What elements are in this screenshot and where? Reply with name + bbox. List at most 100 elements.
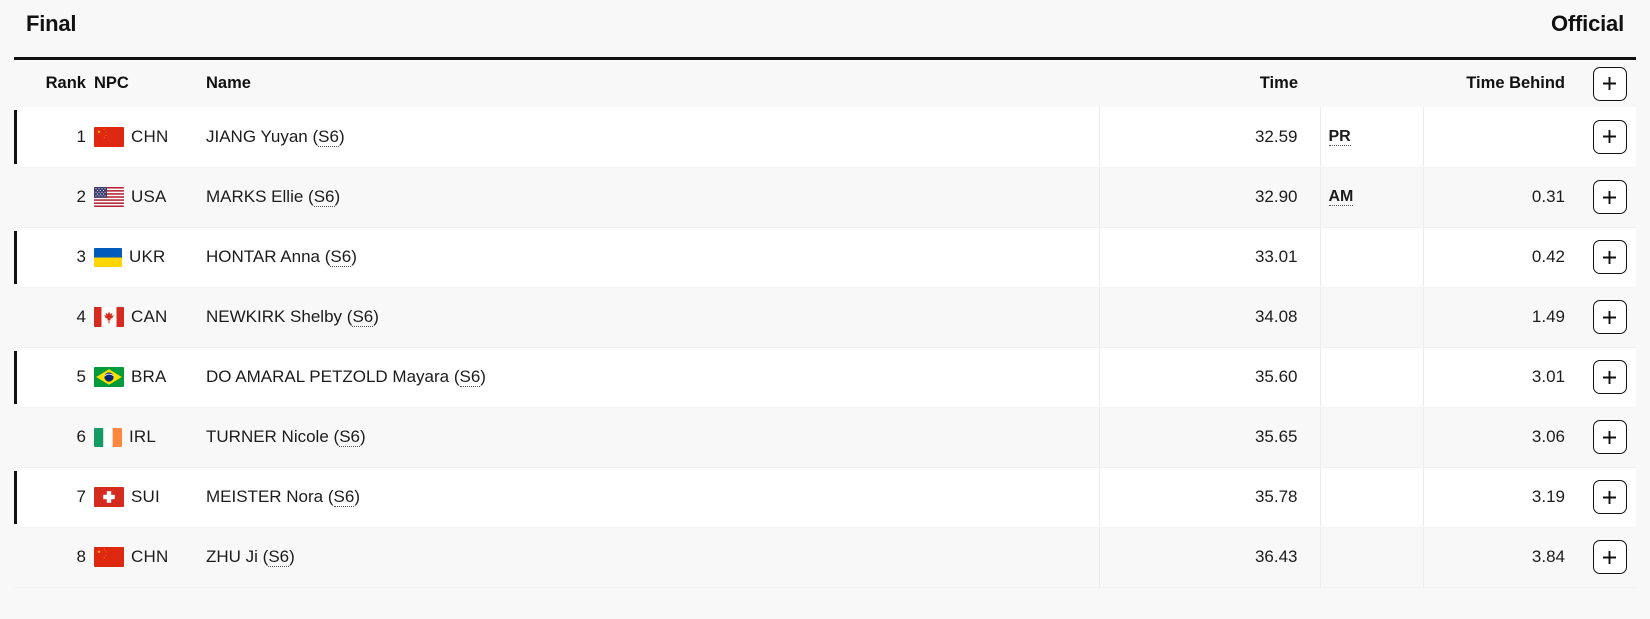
cell-time-behind: 3.01: [1423, 347, 1583, 408]
cell-npc: BRA: [86, 347, 196, 408]
table-row[interactable]: 4 CAN NEWKIRK Shelby (S6) 34.08 1.49: [14, 287, 1636, 348]
cell-time-behind: 3.19: [1423, 467, 1583, 528]
cell-name: MEISTER Nora (S6): [196, 467, 1100, 528]
cell-time-behind: 1.49: [1423, 287, 1583, 348]
cell-record: [1320, 347, 1424, 408]
cell-record: [1320, 467, 1424, 528]
cell-name: MARKS Ellie (S6): [196, 167, 1100, 228]
cell-expand: [1583, 167, 1636, 228]
cell-expand: [1583, 347, 1636, 408]
cell-rank: 2: [14, 167, 86, 228]
cell-name: NEWKIRK Shelby (S6): [196, 287, 1100, 348]
cell-expand: [1583, 527, 1636, 588]
npc-code: IRL: [129, 427, 157, 446]
table-body: 1 CHN JIANG Yuyan (S6) 32.59 PR 2 USA MA…: [14, 107, 1636, 588]
cell-time-behind: 0.42: [1423, 227, 1583, 288]
sport-class: S6: [313, 187, 335, 207]
time-behind-value: 3.06: [1531, 427, 1565, 446]
china-flag: [94, 126, 124, 147]
time-value: 32.59: [1254, 126, 1298, 146]
npc-code: CAN: [131, 307, 168, 326]
expand-row-button[interactable]: [1592, 180, 1627, 214]
rank-value: 2: [76, 187, 86, 206]
cell-name: ZHU Ji (S6): [196, 527, 1100, 588]
page-title: Final: [26, 11, 77, 36]
expand-row-button[interactable]: [1592, 119, 1627, 154]
time-behind-value: 1.49: [1531, 307, 1565, 326]
table-row[interactable]: 1 CHN JIANG Yuyan (S6) 32.59 PR: [14, 107, 1636, 168]
athlete-name: MARKS Ellie: [206, 187, 304, 206]
athlete-name: MEISTER Nora: [206, 487, 324, 506]
cell-expand: [1583, 227, 1636, 288]
athlete-name: ZHU Ji: [206, 547, 258, 566]
sport-class: S6: [318, 126, 339, 147]
cell-npc: IRL: [86, 407, 196, 468]
cell-rank: 8: [14, 527, 86, 588]
npc-code: CHN: [131, 547, 169, 566]
table-head: Rank NPC Name Time Time Behind: [14, 60, 1636, 107]
cell-record: [1320, 407, 1424, 468]
usa-flag: [94, 187, 124, 207]
rank-value: 3: [76, 247, 86, 266]
cell-record: [1320, 527, 1424, 588]
china-flag: [94, 547, 124, 567]
npc-code: USA: [131, 187, 167, 206]
cell-rank: 7: [14, 467, 86, 528]
table-row[interactable]: 7 SUI MEISTER Nora (S6) 35.78 3.19: [14, 467, 1636, 528]
cell-npc: UKR: [86, 227, 196, 288]
time-behind-value: 0.42: [1531, 247, 1565, 266]
cell-rank: 1: [14, 107, 86, 168]
table-row[interactable]: 2 USA MARKS Ellie (S6) 32.90 AM 0.31: [14, 167, 1636, 228]
cell-time-behind: 0.31: [1423, 167, 1583, 228]
column-header-name[interactable]: Name: [196, 60, 1099, 107]
cell-record: PR: [1320, 107, 1424, 168]
results-page: Final Official Rank NPC Name Time Time B…: [0, 0, 1650, 619]
column-header-expand: [1583, 60, 1636, 107]
cell-rank: 6: [14, 407, 86, 468]
column-header-time[interactable]: Time: [1099, 60, 1320, 107]
table-row[interactable]: 5 BRA DO AMARAL PETZOLD Mayara (S6) 35.60 3…: [14, 347, 1636, 408]
cell-rank: 4: [14, 287, 86, 348]
expand-all-button[interactable]: [1592, 66, 1627, 101]
expand-row-button[interactable]: [1592, 540, 1627, 574]
expand-row-button[interactable]: [1592, 300, 1627, 334]
ireland-flag: [94, 427, 122, 447]
npc-code: UKR: [129, 247, 166, 266]
npc-code: CHN: [131, 126, 169, 146]
cell-time-behind: 3.06: [1423, 407, 1583, 468]
cell-time: 32.59: [1099, 107, 1321, 168]
time-value: 34.08: [1254, 307, 1298, 326]
brazil-flag: [94, 367, 124, 387]
time-behind-value: 3.01: [1531, 367, 1565, 386]
table-row[interactable]: 6 IRL TURNER Nicole (S6) 35.65 3.06: [14, 407, 1636, 468]
cell-time: 32.90: [1099, 167, 1321, 228]
canada-flag: [94, 307, 124, 327]
cell-time: 35.65: [1099, 407, 1321, 468]
time-value: 35.78: [1254, 487, 1298, 506]
column-header-npc[interactable]: NPC: [86, 60, 196, 107]
status-badge: Official: [1551, 11, 1624, 36]
expand-row-button[interactable]: [1592, 420, 1627, 454]
sport-class: S6: [268, 547, 290, 567]
cell-record: [1320, 287, 1424, 348]
column-header-time-behind[interactable]: Time Behind: [1423, 60, 1583, 107]
table-row[interactable]: 8 CHN ZHU Ji (S6) 36.43 3.84: [14, 527, 1636, 588]
cell-time: 36.43: [1099, 527, 1321, 588]
athlete-name: NEWKIRK Shelby: [206, 307, 343, 326]
results-table-wrapper: Rank NPC Name Time Time Behind 1 CHN JIA…: [14, 57, 1636, 588]
page-header: Final Official: [0, 0, 1650, 48]
athlete-name: DO AMARAL PETZOLD Mayara: [206, 367, 450, 386]
sport-class: S6: [339, 427, 360, 447]
sport-class: S6: [333, 487, 355, 507]
ukraine-flag: [94, 247, 122, 267]
cell-time-behind: [1423, 107, 1583, 168]
cell-record: [1320, 227, 1424, 288]
npc-code: SUI: [131, 487, 160, 506]
table-row[interactable]: 3 UKR HONTAR Anna (S6) 33.01 0.42: [14, 227, 1636, 288]
expand-row-button[interactable]: [1592, 480, 1627, 514]
expand-row-button[interactable]: [1592, 240, 1627, 274]
athlete-name: HONTAR Anna: [206, 247, 321, 266]
rank-value: 7: [76, 487, 86, 506]
expand-row-button[interactable]: [1592, 360, 1627, 394]
column-header-rank[interactable]: Rank: [14, 60, 86, 107]
